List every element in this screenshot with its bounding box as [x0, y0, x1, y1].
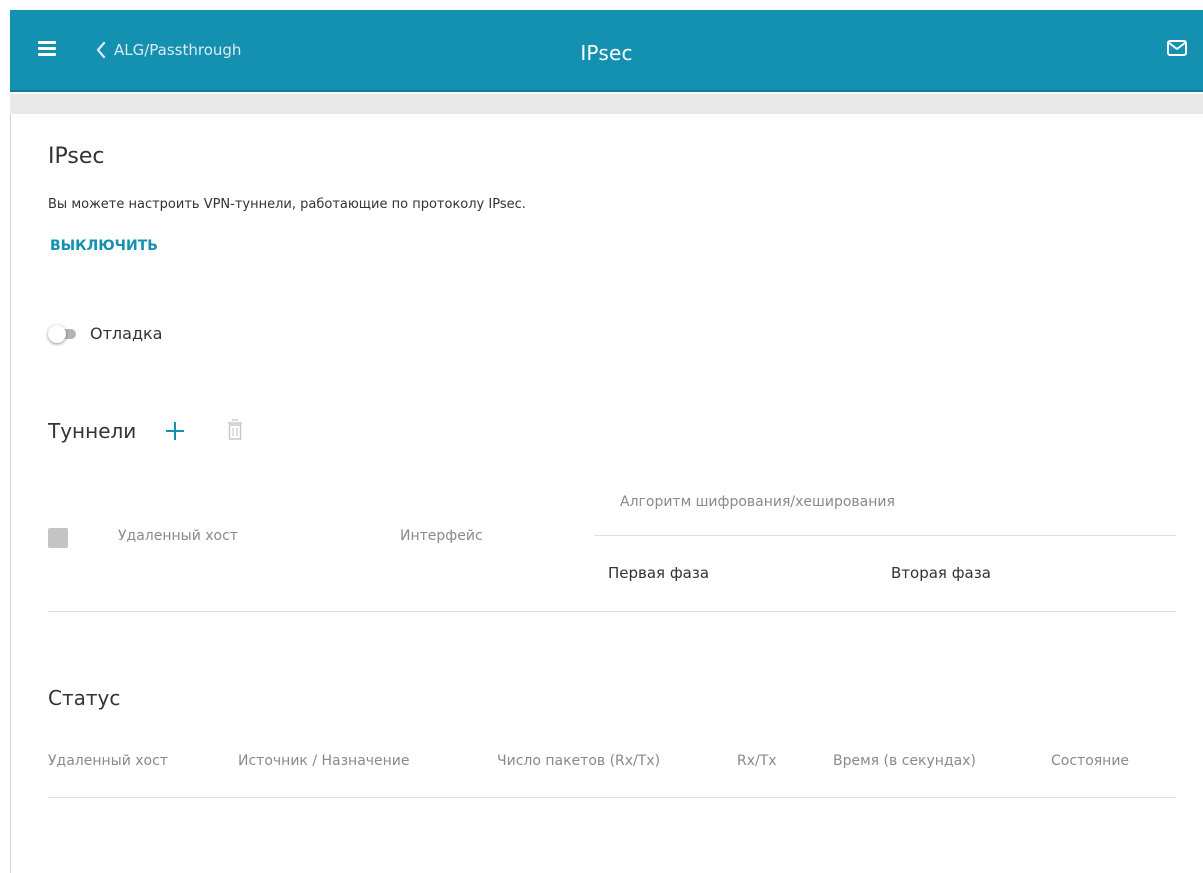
section-title: IPsec [48, 144, 105, 169]
col-remote-host: Удаленный хост [118, 528, 238, 544]
top-bar: ALG/Passthrough IPsec [10, 10, 1203, 92]
column-group-divider [594, 535, 1176, 536]
status-col-packets: Число пакетов (Rx/Tx) [497, 753, 661, 769]
status-col-rx-tx: Rx/Tx [737, 753, 777, 769]
status-col-source-destination: Источник / Назначение [238, 753, 410, 769]
select-all-checkbox[interactable] [48, 528, 68, 548]
status-col-remote-host: Удаленный хост [48, 753, 168, 769]
section-description: Вы можете настроить VPN-туннели, работаю… [48, 197, 526, 212]
debug-toggle-row: Отладка [48, 324, 162, 343]
col-algorithm-group: Алгоритм шифрования/хеширования [620, 494, 895, 510]
status-title: Статус [48, 686, 121, 710]
status-col-state: Состояние [1051, 753, 1130, 769]
status-table-divider [48, 797, 1176, 798]
mail-icon[interactable] [1167, 40, 1187, 60]
plus-icon [166, 422, 184, 440]
status-col-time: Время (в секундах) [833, 753, 976, 769]
tunnels-title: Туннели [48, 419, 137, 443]
page-title: IPsec [580, 41, 633, 65]
sidebar-divider [10, 114, 11, 873]
add-tunnel-button[interactable] [164, 420, 186, 446]
col-phase2: Вторая фаза [891, 564, 991, 582]
col-phase1: Первая фаза [608, 564, 710, 582]
sub-header-strip [10, 94, 1203, 114]
debug-toggle[interactable] [48, 324, 76, 343]
debug-label: Отладка [90, 324, 163, 343]
tunnels-table-divider [48, 611, 1176, 612]
trash-icon [228, 419, 242, 440]
disable-link[interactable]: ВЫКЛЮЧИТЬ [50, 238, 158, 254]
delete-tunnel-button[interactable] [226, 418, 244, 446]
col-interface: Интерфейс [400, 528, 483, 544]
